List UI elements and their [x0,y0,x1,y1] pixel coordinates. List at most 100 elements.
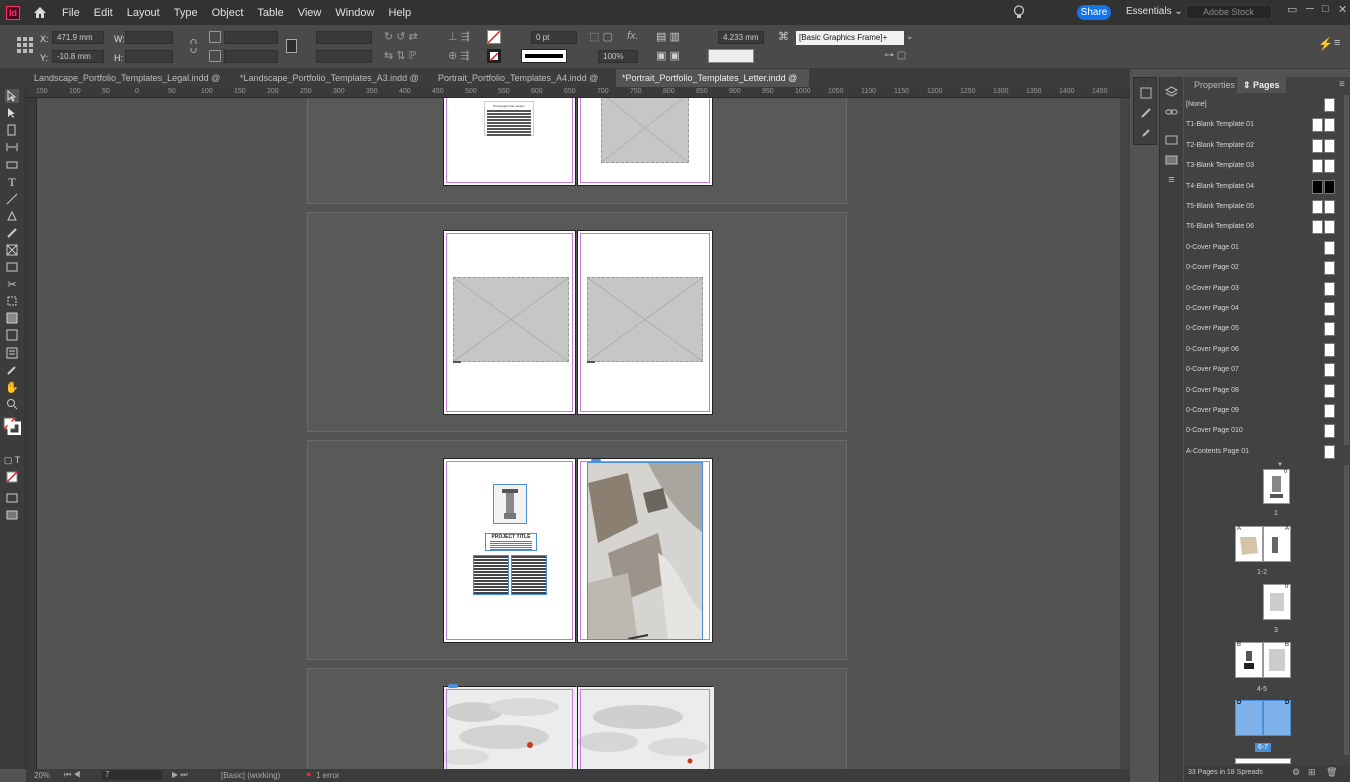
scale-y-field[interactable] [224,50,278,63]
fill-stroke-swatches[interactable] [3,417,21,435]
master-thumb[interactable] [1324,98,1335,112]
menu-view[interactable]: View [298,7,322,19]
image-placeholder[interactable] [601,98,689,163]
stroke-weight-field[interactable]: 0 pt [531,31,577,44]
masters-scrollbar[interactable] [1344,95,1349,445]
home-icon[interactable] [32,5,48,21]
master-thumb[interactable] [1324,404,1335,418]
master-item[interactable]: 0-Cover Page 08 [1186,382,1336,400]
brush-icon[interactable] [1139,126,1152,139]
maximize-icon[interactable]: □ [1322,3,1329,15]
master-thumb[interactable] [1324,444,1335,459]
preview-mode-icon[interactable] [5,508,19,522]
text-column-right[interactable] [511,555,547,595]
frame-fitting-icons[interactable]: ⬚ ▢ [589,30,613,43]
eyedropper-tool-icon[interactable] [5,363,19,377]
master-thumb[interactable] [1312,118,1323,133]
master-item[interactable]: 0-Cover Page 01 [1186,239,1336,257]
master-item[interactable]: T5-Blank Template 05 [1186,198,1336,216]
master-item[interactable]: [None] [1186,96,1336,114]
reference-point-icon[interactable] [16,36,34,54]
link-scale-icon[interactable] [286,39,297,53]
workspace-switcher[interactable]: Essentials ⌄ [1126,6,1183,17]
minimize-icon[interactable]: ─ [1306,3,1314,15]
master-thumb[interactable] [1324,424,1335,439]
object-style-dropdown[interactable]: [Basic Graphics Frame]+ [796,31,904,45]
tab-legal[interactable]: Landscape_Portfolio_Templates_Legal.indd… [28,69,223,101]
selection-tool-icon[interactable] [5,89,19,103]
zoom-tool-icon[interactable] [5,397,19,411]
menu-object[interactable]: Object [212,7,244,19]
page[interactable] [577,230,713,415]
screen-mode-icon[interactable] [5,491,19,505]
share-button[interactable]: Share [1077,5,1111,20]
page-nav-prev-icons[interactable]: ⏮ ◀ [64,770,81,780]
menu-window[interactable]: Window [335,7,374,19]
tab-letter[interactable]: *Portrait_Portfolio_Templates_Letter.ind… [616,69,809,101]
master-thumb[interactable] [1324,342,1335,357]
page-thumb-4-5-right[interactable]: B [1263,642,1291,678]
swatches-icon[interactable] [1165,153,1178,166]
master-item[interactable]: 0-Cover Page 05 [1186,320,1336,338]
page-nav-next-icons[interactable]: ▶ ⏭ [172,770,188,780]
master-item[interactable]: T3-Blank Template 03 [1186,157,1336,175]
master-thumb[interactable] [1324,240,1335,255]
note-tool-icon[interactable] [5,346,19,360]
master-item[interactable]: T1-Blank Template 01 [1186,116,1336,134]
page-thumb-6-7-right[interactable]: D [1263,700,1291,736]
master-thumb[interactable] [1312,179,1323,194]
error-count[interactable]: 1 error [316,771,340,780]
master-item[interactable]: 0-Cover Page 09 [1186,402,1336,420]
chevron-down-icon[interactable]: ⌄ [906,31,914,42]
new-page-icon[interactable]: ⊞ [1308,767,1316,778]
shear-field[interactable] [316,50,372,63]
fill-swatch-icon[interactable] [487,30,501,44]
master-item[interactable]: T2-Blank Template 02 [1186,137,1336,155]
menu-layout[interactable]: Layout [127,7,160,19]
type-tool-icon[interactable]: T [5,175,19,189]
zoom-level[interactable]: 20% [34,771,50,780]
direct-selection-tool-icon[interactable] [5,106,19,120]
master-thumb[interactable] [1324,261,1335,276]
rotate-field[interactable] [316,31,372,44]
menu-file[interactable]: File [62,7,80,19]
free-transform-tool-icon[interactable] [5,294,19,308]
text-frame[interactable]: Photograph title caption [484,101,534,136]
master-thumb[interactable] [1324,179,1335,194]
tab-a4[interactable]: Portrait_Portfolio_Templates_A4.indd @ 5… [432,69,612,101]
page-thumb-6-7-left[interactable]: D [1235,700,1263,736]
delete-page-icon[interactable]: 🗑 [1326,767,1337,778]
opacity-field[interactable]: 100% [598,50,638,63]
effects-icon[interactable]: fx. [627,30,639,42]
master-thumb[interactable] [1324,220,1335,235]
pen-tool-icon[interactable] [5,209,19,223]
page-thumb-3[interactable]: 0 [1263,584,1291,620]
menu-table[interactable]: Table [257,7,283,19]
tab-a3[interactable]: *Landscape_Portfolio_Templates_A3.indd @… [234,69,424,101]
title-frame[interactable]: PROJECT TITLE [485,533,537,551]
content-collector-icon[interactable] [5,157,19,171]
select-container-icons[interactable]: ⊥ ⇶ [448,30,470,43]
master-item[interactable]: 0-Cover Page 010 [1186,422,1336,440]
formatting-affects-icons[interactable]: ▢ T [3,453,21,467]
page-thumb-4-5-left[interactable]: B [1235,642,1263,678]
rotate-icons[interactable]: ↻ ↺ ⇄ [384,30,418,43]
master-thumb[interactable] [1324,322,1335,337]
distribute-icons[interactable]: ▣ ▣ [656,49,680,62]
page[interactable] [443,230,576,415]
tab-pages[interactable]: ⇕ Pages [1237,77,1286,93]
page-tool-icon[interactable] [5,123,19,137]
pages-scrollbar[interactable] [1344,465,1349,755]
master-thumb[interactable] [1312,138,1323,153]
scale-x-field[interactable] [224,31,278,44]
gradient-tool-icon[interactable] [5,311,19,325]
master-item[interactable]: T6-Blank Template 06 [1186,218,1336,236]
scale-y-icon[interactable] [209,50,221,62]
aerial-image-frame[interactable] [587,462,703,640]
lightning-icon[interactable]: ⚡ [1318,37,1333,51]
page-thumb-1[interactable]: 0 [1263,469,1290,504]
scale-x-icon[interactable] [209,31,221,43]
menu-type[interactable]: Type [174,7,198,19]
line-tool-icon[interactable] [5,192,19,206]
y-field[interactable]: -10.8 mm [52,50,104,63]
